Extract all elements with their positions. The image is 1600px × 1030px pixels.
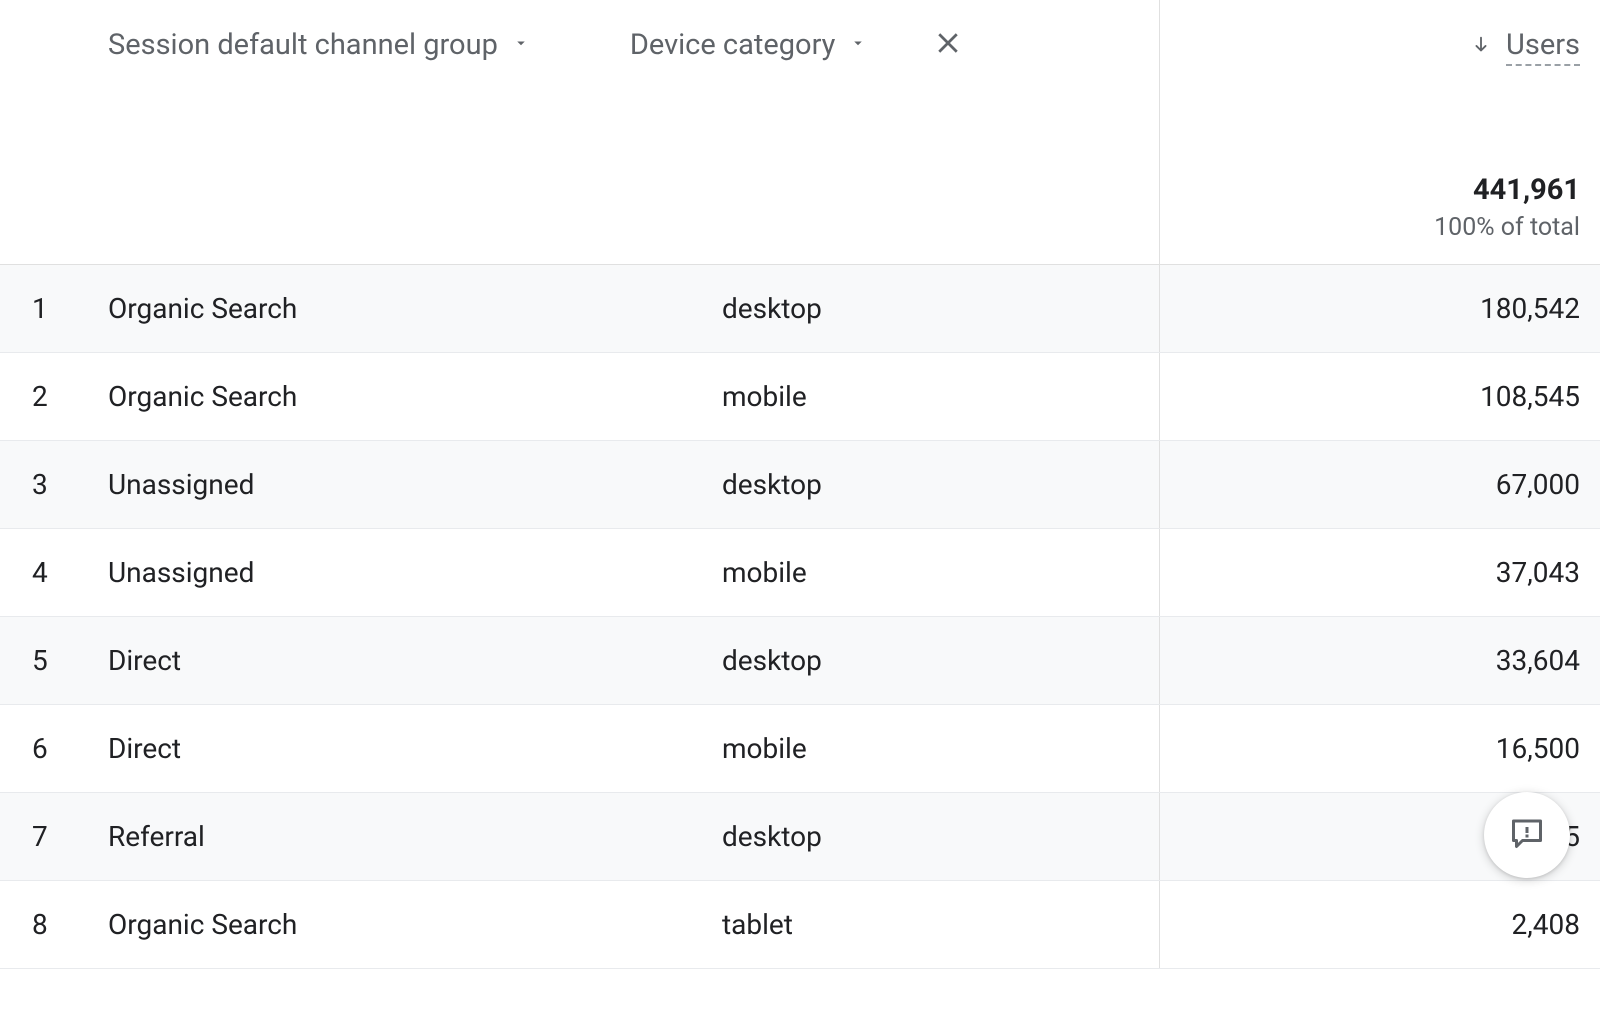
row-index: 6 (32, 732, 108, 765)
row-index: 1 (32, 292, 108, 325)
row-device-value: tablet (722, 908, 793, 941)
row-device-value: desktop (722, 468, 822, 501)
row-device-value: desktop (722, 820, 822, 853)
row-index: 4 (32, 556, 108, 589)
row-index: 3 (32, 468, 108, 501)
row-device-value: mobile (722, 732, 807, 765)
table-row[interactable]: 4Unassignedmobile37,043 (0, 529, 1600, 617)
row-channel-value: Organic Search (108, 380, 722, 413)
row-dimension-cell: 4Unassignedmobile (0, 529, 1160, 616)
row-dimension-cell: 7Referraldesktop (0, 793, 1160, 880)
primary-dimension-label: Session default channel group (108, 28, 498, 62)
row-channel-value: Organic Search (108, 292, 722, 325)
row-users-value: 37,043 (1160, 556, 1600, 589)
arrow-down-icon (1470, 34, 1492, 60)
table-header-row: Session default channel group Device cat… (0, 0, 1600, 265)
row-dimension-cell: 1Organic Searchdesktop (0, 265, 1160, 352)
primary-dimension-picker[interactable]: Session default channel group (108, 28, 530, 62)
row-dimension-cell: 2Organic Searchmobile (0, 353, 1160, 440)
row-channel-value: Unassigned (108, 556, 722, 589)
row-device-value: mobile (722, 380, 807, 413)
analytics-table: Session default channel group Device cat… (0, 0, 1600, 1030)
row-index: 5 (32, 644, 108, 677)
row-device-value: mobile (722, 556, 807, 589)
table-row[interactable]: 5Directdesktop33,604 (0, 617, 1600, 705)
table-row[interactable]: 7Referraldesktop9,15 (0, 793, 1600, 881)
secondary-dimension-picker[interactable]: Device category (630, 28, 868, 62)
row-dimension-cell: 8Organic Searchtablet (0, 881, 1160, 968)
row-dimension-cell: 5Directdesktop (0, 617, 1160, 704)
metric-summary: 441,961 100% of total (1434, 173, 1580, 264)
secondary-dimension-label: Device category (630, 28, 836, 62)
row-channel-value: Unassigned (108, 468, 722, 501)
row-channel-value: Direct (108, 732, 722, 765)
remove-secondary-dimension-button[interactable] (933, 28, 963, 62)
table-row[interactable]: 2Organic Searchmobile108,545 (0, 353, 1600, 441)
row-dimension-cell: 3Unassigneddesktop (0, 441, 1160, 528)
row-index: 7 (32, 820, 108, 853)
row-index: 2 (32, 380, 108, 413)
row-users-value: 180,542 (1160, 292, 1600, 325)
metric-total-subtext: 100% of total (1434, 213, 1580, 242)
row-channel-value: Referral (108, 820, 722, 853)
row-users-value: 33,604 (1160, 644, 1600, 677)
table-row[interactable]: 6Directmobile16,500 (0, 705, 1600, 793)
metric-sort-button[interactable]: Users (1470, 28, 1580, 66)
caret-down-icon (849, 34, 867, 56)
dimension-header-cell: Session default channel group Device cat… (0, 0, 1160, 264)
row-users-value: 108,545 (1160, 380, 1600, 413)
row-index: 8 (32, 908, 108, 941)
table-body: 1Organic Searchdesktop180,5422Organic Se… (0, 265, 1600, 969)
table-row[interactable]: 1Organic Searchdesktop180,542 (0, 265, 1600, 353)
table-row[interactable]: 3Unassigneddesktop67,000 (0, 441, 1600, 529)
close-icon (933, 28, 963, 62)
row-dimension-cell: 6Directmobile (0, 705, 1160, 792)
row-channel-value: Organic Search (108, 908, 722, 941)
row-users-value: 2,408 (1160, 908, 1600, 941)
feedback-icon (1509, 815, 1545, 855)
caret-down-icon (512, 34, 530, 56)
metric-header-cell: Users 441,961 100% of total (1160, 0, 1600, 264)
row-device-value: desktop (722, 644, 822, 677)
metric-label: Users (1506, 28, 1580, 66)
row-device-value: desktop (722, 292, 822, 325)
row-users-value: 67,000 (1160, 468, 1600, 501)
row-users-value: 16,500 (1160, 732, 1600, 765)
row-channel-value: Direct (108, 644, 722, 677)
table-row[interactable]: 8Organic Searchtablet2,408 (0, 881, 1600, 969)
metric-total-value: 441,961 (1434, 173, 1580, 207)
feedback-button[interactable] (1484, 792, 1570, 878)
